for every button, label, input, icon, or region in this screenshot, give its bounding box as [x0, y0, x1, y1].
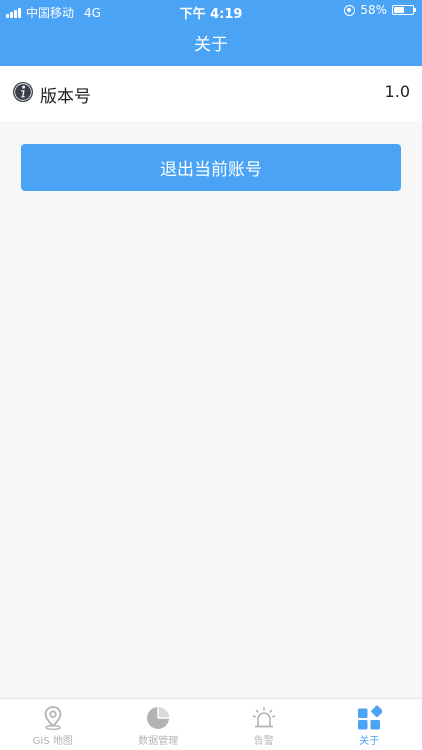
- tab-about[interactable]: 关于: [317, 699, 422, 750]
- tab-label: 数据管理: [138, 736, 179, 747]
- version-row: 版本号 1.0: [0, 66, 422, 121]
- status-bar: 中国移动 4G 下午 4:19 58%: [0, 0, 422, 22]
- grid-diamond-icon: [358, 705, 383, 730]
- orientation-lock-icon: [344, 4, 356, 16]
- tab-label: 关于: [359, 736, 380, 747]
- version-label: 版本号: [40, 87, 91, 107]
- version-value: 1.0: [384, 82, 410, 101]
- battery-icon: [392, 5, 416, 15]
- header: 中国移动 4G 下午 4:19 58% 关于: [0, 0, 422, 66]
- alarm-icon: [252, 707, 275, 728]
- tab-gis-map[interactable]: GIS 地图: [0, 699, 106, 750]
- tab-label: GIS 地图: [32, 736, 73, 747]
- tab-bar: GIS 地图 数据管理 告警 关于: [0, 698, 422, 750]
- status-right: 58%: [344, 3, 416, 17]
- info-icon: [13, 82, 33, 102]
- logout-button[interactable]: 退出当前账号: [21, 144, 401, 191]
- map-pin-icon: [44, 706, 62, 730]
- page-title: 关于: [194, 35, 228, 55]
- pie-chart-icon: [147, 707, 170, 729]
- tab-label: 告警: [253, 736, 274, 747]
- tab-alarm[interactable]: 告警: [211, 699, 317, 750]
- tab-data-management[interactable]: 数据管理: [106, 699, 212, 750]
- battery-fill: [394, 7, 405, 13]
- battery-percent: 58%: [360, 3, 387, 17]
